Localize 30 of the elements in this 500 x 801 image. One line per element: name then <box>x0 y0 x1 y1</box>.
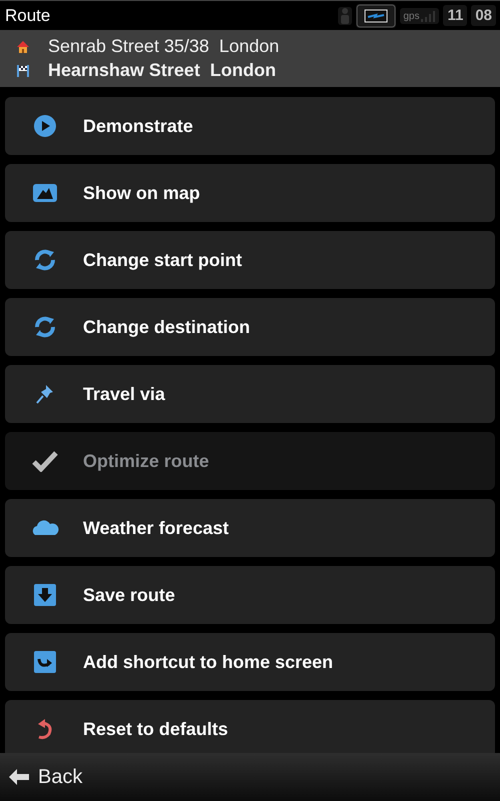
menu-item[interactable]: Change destination <box>5 298 495 356</box>
clock-minute: 08 <box>471 5 496 26</box>
clock-hour: 11 <box>443 5 468 26</box>
back-arrow-icon <box>8 768 30 786</box>
person-icon <box>338 6 352 24</box>
menu-item[interactable]: Save route <box>5 566 495 624</box>
house-icon <box>16 40 30 54</box>
menu-item[interactable]: Change start point <box>5 231 495 289</box>
menu-item[interactable]: Add shortcut to home screen <box>5 633 495 691</box>
menu-item[interactable]: Show on map <box>5 164 495 222</box>
menu-item[interactable]: Weather forecast <box>5 499 495 557</box>
refresh-icon <box>33 248 57 272</box>
cloud-icon <box>31 519 59 537</box>
menu-item[interactable]: Travel via <box>5 365 495 423</box>
flag-icon <box>16 64 30 78</box>
window-title: Route <box>5 6 50 26</box>
menu-item[interactable]: Demonstrate <box>5 97 495 155</box>
menu-item[interactable]: Reset to defaults <box>5 700 495 753</box>
gps-indicator: gps <box>400 8 440 24</box>
battery-icon <box>356 4 396 28</box>
checkmark-icon <box>32 450 58 472</box>
download-icon <box>33 583 57 607</box>
pin-icon <box>35 383 55 405</box>
refresh-icon <box>33 315 57 339</box>
back-button[interactable]: Back <box>0 766 90 788</box>
play-icon <box>33 114 57 138</box>
mountain-icon <box>32 183 58 203</box>
route-address: Hearnshaw Street London <box>48 60 276 81</box>
shortcut-icon <box>33 650 57 674</box>
route-address: Senrab Street 35/38 London <box>48 36 280 57</box>
